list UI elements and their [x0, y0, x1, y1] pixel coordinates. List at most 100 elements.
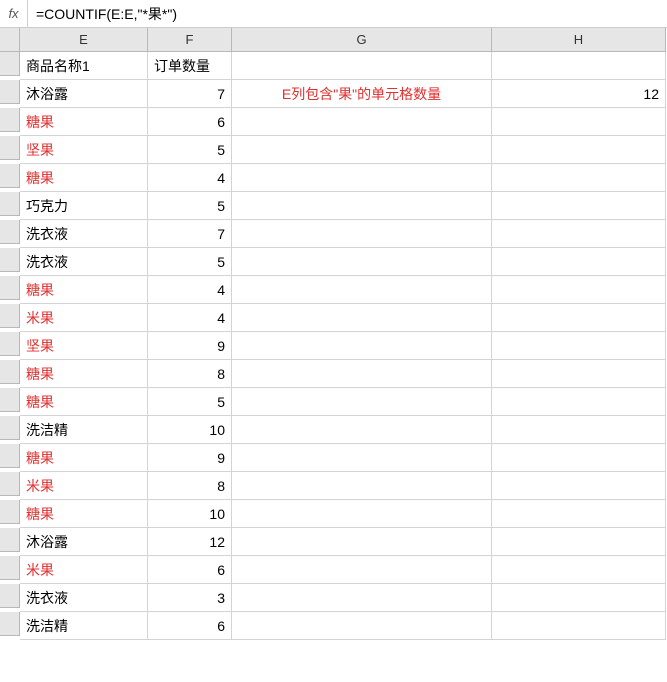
cell-name[interactable]: 糖果	[20, 276, 148, 304]
cell-name[interactable]: 沐浴露	[20, 80, 148, 108]
cell[interactable]	[232, 388, 492, 416]
cell[interactable]	[492, 528, 666, 556]
cell[interactable]	[232, 192, 492, 220]
cell-qty[interactable]: 8	[148, 360, 232, 388]
col-head-h[interactable]: H	[492, 28, 666, 52]
row-head[interactable]	[0, 360, 20, 384]
cell-name[interactable]: 坚果	[20, 136, 148, 164]
cell-qty[interactable]: 12	[148, 528, 232, 556]
cell[interactable]	[492, 556, 666, 584]
note-result[interactable]: 12	[492, 80, 666, 108]
cell[interactable]	[492, 276, 666, 304]
cell-qty[interactable]: 3	[148, 584, 232, 612]
select-all-corner[interactable]	[0, 28, 20, 52]
cell-qty[interactable]: 4	[148, 276, 232, 304]
cell-qty[interactable]: 6	[148, 556, 232, 584]
cell[interactable]	[232, 276, 492, 304]
row-head[interactable]	[0, 556, 20, 580]
row-head[interactable]	[0, 136, 20, 160]
cell[interactable]	[492, 164, 666, 192]
cell[interactable]	[232, 500, 492, 528]
cell[interactable]	[232, 612, 492, 640]
row-head[interactable]	[0, 472, 20, 496]
cell[interactable]	[492, 416, 666, 444]
cell[interactable]	[232, 472, 492, 500]
cell[interactable]	[232, 360, 492, 388]
note-label[interactable]: E列包含"果"的单元格数量	[232, 80, 492, 108]
row-head[interactable]	[0, 500, 20, 524]
cell-name[interactable]: 糖果	[20, 360, 148, 388]
row-head[interactable]	[0, 220, 20, 244]
cell[interactable]	[492, 500, 666, 528]
formula-input[interactable]	[28, 0, 667, 27]
cell[interactable]	[232, 528, 492, 556]
cell[interactable]	[492, 332, 666, 360]
cell[interactable]	[492, 360, 666, 388]
row-head[interactable]	[0, 164, 20, 188]
row-head[interactable]	[0, 416, 20, 440]
cell-name[interactable]: 糖果	[20, 500, 148, 528]
cell-qty[interactable]: 4	[148, 164, 232, 192]
cell-name[interactable]: 米果	[20, 304, 148, 332]
cell-name[interactable]: 米果	[20, 556, 148, 584]
cell-name[interactable]: 糖果	[20, 108, 148, 136]
cell[interactable]	[492, 192, 666, 220]
cell-name[interactable]: 沐浴露	[20, 528, 148, 556]
cell[interactable]	[232, 52, 492, 80]
row-head[interactable]	[0, 108, 20, 132]
cell-qty[interactable]: 10	[148, 416, 232, 444]
cell-qty[interactable]: 5	[148, 388, 232, 416]
cell[interactable]	[492, 248, 666, 276]
col-head-g[interactable]: G	[232, 28, 492, 52]
cell-name[interactable]: 糖果	[20, 388, 148, 416]
cell-qty[interactable]: 9	[148, 332, 232, 360]
cell-name[interactable]: 米果	[20, 472, 148, 500]
cell-name[interactable]: 洗衣液	[20, 584, 148, 612]
header-order-qty[interactable]: 订单数量	[148, 52, 232, 80]
row-head[interactable]	[0, 612, 20, 636]
row-head[interactable]	[0, 192, 20, 216]
cell-name[interactable]: 糖果	[20, 164, 148, 192]
cell-name[interactable]: 坚果	[20, 332, 148, 360]
cell-qty[interactable]: 6	[148, 612, 232, 640]
cell-qty[interactable]: 5	[148, 248, 232, 276]
row-head[interactable]	[0, 248, 20, 272]
cell[interactable]	[492, 584, 666, 612]
row-head[interactable]	[0, 304, 20, 328]
cell-name[interactable]: 洗衣液	[20, 220, 148, 248]
cell[interactable]	[232, 304, 492, 332]
cell[interactable]	[492, 108, 666, 136]
cell[interactable]	[232, 220, 492, 248]
row-head[interactable]	[0, 332, 20, 356]
fx-icon[interactable]: fx	[0, 0, 28, 27]
cell[interactable]	[232, 164, 492, 192]
cell[interactable]	[492, 304, 666, 332]
cell-qty[interactable]: 9	[148, 444, 232, 472]
row-head[interactable]	[0, 80, 20, 104]
cell[interactable]	[232, 444, 492, 472]
cell[interactable]	[492, 444, 666, 472]
row-head[interactable]	[0, 584, 20, 608]
cell[interactable]	[492, 472, 666, 500]
cell-qty[interactable]: 6	[148, 108, 232, 136]
cell[interactable]	[232, 136, 492, 164]
cell-name[interactable]: 洗洁精	[20, 416, 148, 444]
cell-name[interactable]: 糖果	[20, 444, 148, 472]
cell-qty[interactable]: 10	[148, 500, 232, 528]
cell[interactable]	[232, 332, 492, 360]
row-head[interactable]	[0, 388, 20, 412]
cell[interactable]	[492, 220, 666, 248]
cell[interactable]	[232, 248, 492, 276]
cell[interactable]	[232, 108, 492, 136]
row-head[interactable]	[0, 52, 20, 76]
row-head[interactable]	[0, 528, 20, 552]
cell-qty[interactable]: 4	[148, 304, 232, 332]
row-head[interactable]	[0, 444, 20, 468]
cell-qty[interactable]: 8	[148, 472, 232, 500]
cell-qty[interactable]: 7	[148, 80, 232, 108]
cell[interactable]	[492, 52, 666, 80]
cell-name[interactable]: 洗洁精	[20, 612, 148, 640]
cell[interactable]	[232, 416, 492, 444]
cell[interactable]	[492, 388, 666, 416]
cell-name[interactable]: 洗衣液	[20, 248, 148, 276]
